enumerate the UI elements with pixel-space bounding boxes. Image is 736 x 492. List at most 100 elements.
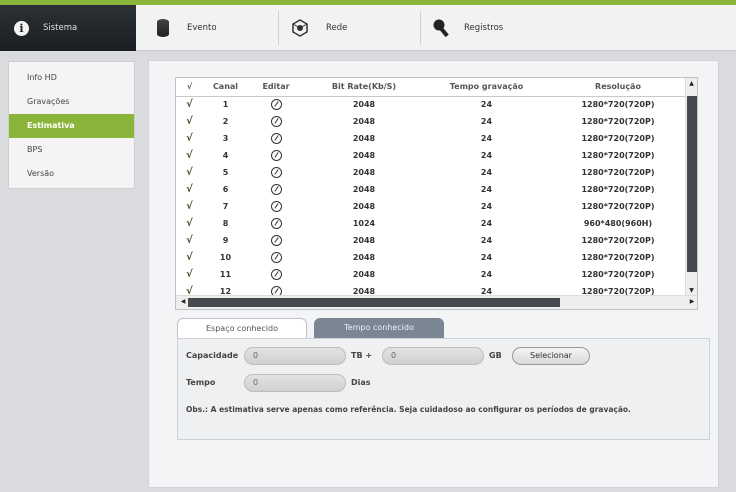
- resolucao-cell: 1280*720(720P): [581, 185, 655, 194]
- row-checkbox[interactable]: √: [176, 249, 203, 266]
- table-row[interactable]: √ 10 2048 24 1280*720(720P): [176, 249, 687, 266]
- header-tempo: Tempo gravação: [424, 78, 549, 97]
- row-checkbox[interactable]: √: [176, 164, 203, 181]
- resolucao-cell: 1280*720(720P): [581, 134, 655, 143]
- row-checkbox[interactable]: √: [176, 130, 203, 147]
- header-resolucao: Resolução: [549, 78, 687, 97]
- table-row[interactable]: √ 11 2048 24 1280*720(720P): [176, 266, 687, 283]
- scroll-right-arrow-icon[interactable]: ▶: [687, 298, 697, 305]
- tab-sistema[interactable]: Sistema: [0, 5, 136, 51]
- tempo-cell: 24: [480, 134, 493, 143]
- tempo-cell: 24: [480, 100, 493, 110]
- table-row[interactable]: √ 4 2048 24 1280*720(720P): [176, 147, 687, 164]
- time-field[interactable]: 0: [244, 374, 346, 392]
- horizontal-scrollbar[interactable]: ◀ ▶: [176, 295, 697, 309]
- edit-icon[interactable]: [270, 150, 282, 161]
- tempo-cell: 24: [480, 202, 493, 211]
- bitrate-cell: 2048: [352, 151, 376, 160]
- edit-icon[interactable]: [270, 99, 282, 111]
- bitrate-cell: 2048: [352, 168, 376, 177]
- tempo-cell: 24: [480, 236, 493, 245]
- database-icon: [157, 19, 169, 37]
- edit-icon[interactable]: [270, 167, 282, 178]
- capacity-gb-field[interactable]: 0: [382, 347, 484, 365]
- resolucao-cell: 1280*720(720P): [581, 202, 655, 211]
- tab-registros-label: Registros: [464, 23, 504, 33]
- tab-registros[interactable]: Registros: [432, 5, 552, 51]
- canal-cell: 7: [222, 202, 229, 211]
- table-row[interactable]: √ 6 2048 24 1280*720(720P): [176, 181, 687, 198]
- row-checkbox[interactable]: √: [176, 147, 203, 164]
- canal-cell: 6: [222, 185, 229, 194]
- canal-cell: 10: [219, 253, 232, 262]
- tempo-cell: 24: [480, 219, 493, 228]
- edit-cell: [248, 232, 304, 249]
- edit-cell: [248, 130, 304, 147]
- edit-cell: [248, 181, 304, 198]
- edit-cell: [248, 96, 304, 113]
- table-row[interactable]: √ 9 2048 24 1280*720(720P): [176, 232, 687, 249]
- tempo-cell: 24: [480, 168, 493, 177]
- table-header-row: √ Canal Editar Bit Rate(Kb/S) Tempo grav…: [176, 78, 687, 97]
- tab-rede[interactable]: Rede: [290, 5, 414, 51]
- canal-cell: 11: [219, 270, 232, 279]
- vertical-scrollbar[interactable]: ▲ ▼: [685, 78, 697, 297]
- sidebar-menu: Info HD Gravações Estimativa BPS Versão: [8, 61, 135, 189]
- tab-evento[interactable]: Evento: [157, 5, 269, 51]
- row-checkbox[interactable]: √: [176, 215, 203, 232]
- info-icon: [14, 20, 29, 36]
- row-checkbox[interactable]: √: [176, 232, 203, 249]
- bitrate-cell: 2048: [352, 134, 376, 143]
- capacity-tb-field[interactable]: 0: [244, 347, 346, 365]
- resolucao-cell: 1280*720(720P): [581, 117, 655, 126]
- edit-icon[interactable]: [270, 201, 282, 212]
- tab-rede-label: Rede: [326, 23, 348, 33]
- canal-cell: 1: [222, 100, 229, 110]
- horizontal-scroll-thumb[interactable]: [188, 298, 560, 307]
- vertical-scroll-thumb[interactable]: [687, 96, 697, 272]
- row-checkbox[interactable]: √: [176, 113, 203, 130]
- row-checkbox[interactable]: √: [176, 181, 203, 198]
- tempo-cell: 24: [480, 151, 493, 160]
- sidebar-item-info-hd[interactable]: Info HD: [9, 66, 134, 90]
- sidebar-item-versao[interactable]: Versão: [9, 162, 134, 186]
- tab-tempo-conhecido[interactable]: Tempo conhecido: [314, 318, 444, 338]
- header-editar: Editar: [248, 78, 304, 97]
- edit-icon[interactable]: [270, 133, 282, 144]
- sidebar-item-gravacoes[interactable]: Gravações: [9, 90, 134, 114]
- scroll-left-arrow-icon[interactable]: ◀: [178, 298, 188, 305]
- canal-cell: 3: [222, 134, 229, 143]
- bitrate-cell: 2048: [352, 270, 376, 279]
- scroll-up-arrow-icon[interactable]: ▲: [686, 80, 697, 90]
- tab-divider: [420, 11, 421, 45]
- time-label: Tempo: [186, 378, 216, 387]
- row-checkbox[interactable]: √: [176, 198, 203, 215]
- resolucao-cell: 1280*720(720P): [581, 100, 655, 110]
- edit-cell: [248, 249, 304, 266]
- header-check-all[interactable]: √: [176, 78, 203, 97]
- select-button[interactable]: Selecionar: [512, 347, 590, 365]
- row-checkbox[interactable]: √: [176, 96, 203, 113]
- resolucao-cell: 1280*720(720P): [581, 168, 655, 177]
- table-row[interactable]: √ 7 2048 24 1280*720(720P): [176, 198, 687, 215]
- row-checkbox[interactable]: √: [176, 266, 203, 283]
- tab-espaco-conhecido[interactable]: Espaço conhecido: [177, 318, 307, 338]
- table-row[interactable]: √ 5 2048 24 1280*720(720P): [176, 164, 687, 181]
- edit-cell: [248, 215, 304, 232]
- edit-icon[interactable]: [270, 252, 282, 263]
- sidebar-item-bps[interactable]: BPS: [9, 138, 134, 162]
- table-row[interactable]: √ 2 2048 24 1280*720(720P): [176, 113, 687, 130]
- estimate-panel: Capacidade 0 TB + 0 GB Selecionar Tempo …: [177, 338, 710, 440]
- table-row[interactable]: √ 1 2048 24 1280*720(720P): [176, 96, 687, 113]
- workspace: Info HD Gravações Estimativa BPS Versão …: [0, 51, 736, 492]
- edit-icon[interactable]: [270, 184, 282, 195]
- table-row[interactable]: √ 8 1024 24 960*480(960H): [176, 215, 687, 232]
- edit-icon[interactable]: [270, 235, 282, 246]
- sidebar-item-estimativa[interactable]: Estimativa: [9, 114, 134, 138]
- bitrate-cell: 2048: [352, 100, 376, 110]
- edit-icon[interactable]: [270, 218, 282, 229]
- canal-cell: 8: [222, 219, 229, 228]
- table-row[interactable]: √ 3 2048 24 1280*720(720P): [176, 130, 687, 147]
- edit-icon[interactable]: [270, 116, 282, 127]
- edit-icon[interactable]: [270, 269, 282, 280]
